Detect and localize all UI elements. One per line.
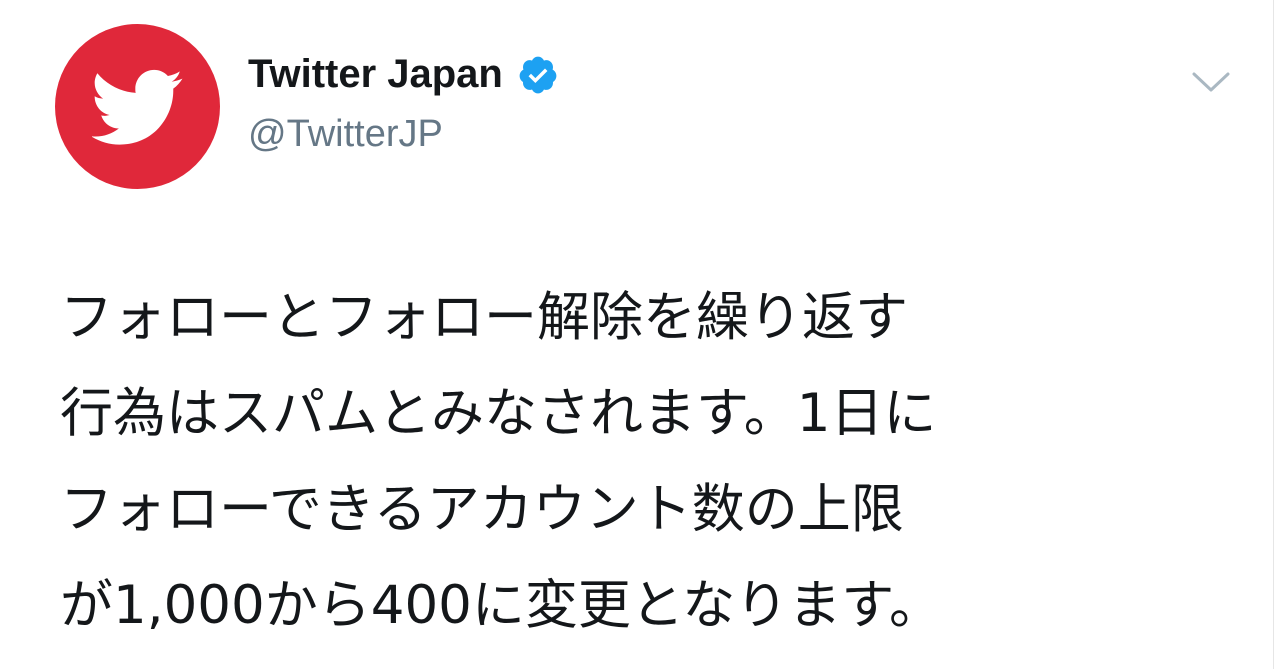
user-handle[interactable]: @TwitterJP: [248, 113, 443, 156]
twitter-bird-icon: [91, 69, 182, 145]
tweet-line: フォローできるアカウント数の上限: [60, 479, 904, 540]
avatar[interactable]: [55, 24, 220, 189]
tweet-line: 行為はスパムとみなされます。1日に: [60, 383, 937, 444]
tweet-line: フォローとフォロー解除を繰り返す: [60, 287, 908, 348]
tweet-card: Twitter Japan @TwitterJP フォローとフォロー解除を繰り返…: [0, 0, 1280, 669]
chevron-down-icon[interactable]: [1190, 66, 1232, 96]
display-name-text[interactable]: Twitter Japan: [248, 52, 503, 97]
verified-badge-icon: [519, 56, 557, 93]
tweet-line: が1,000から400に変更となります。: [60, 575, 942, 636]
card-border: [1273, 0, 1274, 669]
display-name[interactable]: Twitter Japan: [248, 52, 559, 97]
tweet-text: フォローとフォロー解除を繰り返す 行為はスパムとみなされます。1日に フォローで…: [60, 270, 1240, 654]
